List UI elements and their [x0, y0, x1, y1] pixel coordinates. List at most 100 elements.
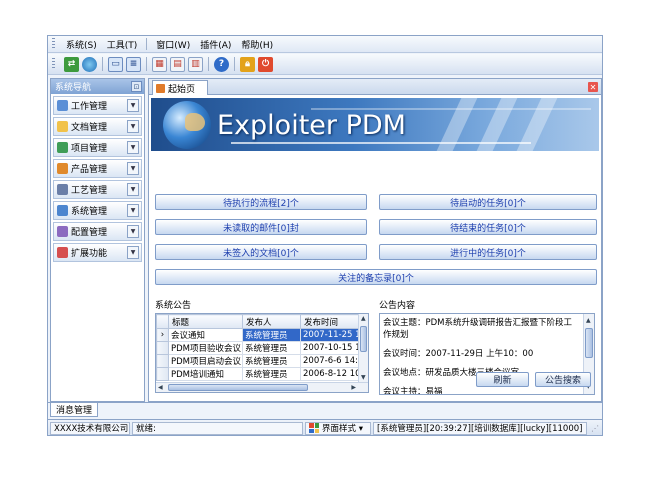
toolbar-grip[interactable]: [52, 58, 55, 70]
nav-item-label: 扩展功能: [71, 249, 108, 259]
ending-task-button[interactable]: 待结束的任务[0]个: [379, 219, 597, 235]
memo-button[interactable]: 关注的备忘录[0]个: [155, 269, 597, 285]
column-header-author[interactable]: 发布人: [242, 314, 301, 329]
chevron-down-icon[interactable]: ▼: [127, 99, 139, 112]
palette-icon: [309, 423, 319, 433]
globe-icon[interactable]: [82, 56, 97, 72]
column-header-title[interactable]: 标题: [168, 314, 243, 329]
nav-item-process[interactable]: 工艺管理 ▼: [53, 180, 142, 199]
row-header: [156, 354, 169, 368]
project-icon: [57, 142, 68, 153]
grid-horizontal-scrollbar[interactable]: ◀ ▶: [156, 382, 368, 392]
menu-help[interactable]: 帮助(H): [236, 38, 278, 51]
nav-item-extension[interactable]: 扩展功能 ▼: [53, 243, 142, 262]
cell-author[interactable]: 系统管理员: [242, 367, 301, 381]
arrange-icon[interactable]: ▥: [188, 56, 203, 72]
tile-icon[interactable]: ▦: [152, 56, 167, 72]
row-header-corner: [156, 314, 169, 329]
chevron-down-icon[interactable]: ▼: [127, 204, 139, 217]
chevron-down-icon[interactable]: ▼: [127, 246, 139, 259]
menu-separator: [146, 38, 148, 50]
menu-system[interactable]: 系统(S): [61, 38, 102, 51]
scroll-left-icon[interactable]: ◀: [158, 384, 163, 391]
chevron-down-icon[interactable]: ▼: [127, 225, 139, 238]
chevron-down-icon[interactable]: ▼: [127, 141, 139, 154]
scroll-up-icon[interactable]: ▲: [586, 315, 591, 327]
chevron-down-icon[interactable]: ▼: [127, 162, 139, 175]
cell-author[interactable]: 系统管理员: [242, 341, 301, 355]
scroll-thumb[interactable]: [360, 326, 367, 352]
table-row[interactable]: PDM项目验收会议 系统管理员 2007-10-15 11: [156, 341, 367, 355]
nav-item-product[interactable]: 产品管理 ▼: [53, 159, 142, 178]
close-icon[interactable]: ✕: [588, 82, 598, 92]
menu-tools[interactable]: 工具(T): [102, 38, 143, 51]
menubar-grip[interactable]: [52, 38, 55, 50]
exit-icon[interactable]: ⏻: [258, 56, 273, 72]
scroll-down-icon[interactable]: ▼: [361, 374, 366, 381]
nav-item-system[interactable]: 系统管理 ▼: [53, 201, 142, 220]
pending-flow-button[interactable]: 待执行的流程[2]个: [155, 194, 367, 210]
extension-icon: [57, 247, 68, 258]
chevron-down-icon[interactable]: ▼: [127, 120, 139, 133]
menu-plugin[interactable]: 插件(A): [195, 38, 236, 51]
cell-author[interactable]: 系统管理员: [242, 328, 301, 342]
running-task-button[interactable]: 进行中的任务[0]个: [379, 244, 597, 260]
cell-date[interactable]: 2007-11-25 16: [300, 328, 367, 342]
tab-home[interactable]: 起始页: [152, 80, 208, 95]
nav-item-document[interactable]: 文档管理 ▼: [53, 117, 142, 136]
work-icon: [57, 100, 68, 111]
window-icon[interactable]: ▭: [108, 56, 123, 72]
screen-background: 系统(S) 工具(T) 窗口(W) 插件(A) 帮助(H) ⇄ ▭ ≡ ▦ ▤ …: [0, 0, 660, 477]
cell-date[interactable]: 2007-10-15 11: [300, 341, 367, 355]
scroll-up-icon[interactable]: ▲: [361, 315, 366, 322]
table-row[interactable]: › 会议通知 系统管理员 2007-11-25 16: [156, 328, 367, 342]
scroll-thumb[interactable]: [168, 384, 308, 391]
grid-vertical-scrollbar[interactable]: ▲ ▼: [358, 314, 368, 382]
announcement-search-button[interactable]: 公告搜索: [535, 372, 591, 387]
announcement-topic: 会议主题：PDM系统升级调研报告汇报暨下阶段工作规划: [383, 318, 573, 340]
nav-item-config[interactable]: 配置管理 ▼: [53, 222, 142, 241]
pin-icon[interactable]: ⊡: [131, 81, 142, 92]
lock-icon[interactable]: 🔒︎: [240, 56, 255, 72]
resize-grip-icon[interactable]: ⋰: [591, 424, 599, 433]
nav-item-label: 工艺管理: [71, 186, 108, 196]
unsigned-doc-button[interactable]: 未签入的文档[0]个: [155, 244, 367, 260]
tab-message-management[interactable]: 消息管理: [50, 403, 98, 417]
config-icon: [57, 226, 68, 237]
nav-header: 系统导航 ⊡: [51, 79, 144, 94]
scroll-right-icon[interactable]: ▶: [351, 384, 356, 391]
nav-title: 系统导航: [55, 83, 92, 93]
tab-bar: 起始页 ✕: [149, 79, 601, 95]
refresh-button[interactable]: 刷新: [476, 372, 529, 387]
chevron-down-icon[interactable]: ▼: [127, 183, 139, 196]
cascade-icon[interactable]: ▤: [170, 56, 185, 72]
row-selected-indicator: ›: [156, 328, 169, 342]
cell-title[interactable]: PDM项目启动会议: [168, 354, 243, 368]
pending-task-button[interactable]: 待启动的任务[0]个: [379, 194, 597, 210]
list-icon[interactable]: ≡: [126, 56, 141, 72]
bulletin-area: 系统公告 标题 发布人 发布时间 › 会议通知 系统管理员 2007-11-25…: [151, 294, 599, 399]
cell-title[interactable]: 会议通知: [168, 328, 243, 342]
cell-date[interactable]: 2007-6-6 14:5: [300, 354, 367, 368]
cell-date[interactable]: 2006-8-12 10: [300, 367, 367, 381]
nav-item-work[interactable]: 工作管理 ▼: [53, 96, 142, 115]
column-header-date[interactable]: 发布时间: [300, 314, 367, 329]
theme-selector[interactable]: 界面样式 ▾: [305, 421, 371, 435]
theme-label: 界面样式 ▾: [322, 424, 363, 434]
banner: Exploiter PDM: [151, 98, 599, 151]
table-row[interactable]: PDM项目启动会议 系统管理员 2007-6-6 14:5: [156, 354, 367, 368]
row-header: [156, 367, 169, 381]
scroll-thumb[interactable]: [585, 328, 593, 358]
cell-title[interactable]: PDM项目验收会议: [168, 341, 243, 355]
menu-window[interactable]: 窗口(W): [151, 38, 195, 51]
unread-mail-button[interactable]: 未读取的邮件[0]封: [155, 219, 367, 235]
connect-icon[interactable]: ⇄: [64, 56, 79, 72]
cell-author[interactable]: 系统管理员: [242, 354, 301, 368]
grid-header-row: 标题 发布人 发布时间: [156, 314, 367, 329]
help-icon[interactable]: ?: [214, 56, 229, 72]
system-navigation: 系统导航 ⊡ 工作管理 ▼ 文档管理 ▼ 项目管理 ▼ 产品管理 ▼ 工艺管理 ▼ 系统管…: [50, 78, 145, 402]
announcement-time: 会议时间：2007-11-29日 上午10：00: [383, 349, 534, 359]
table-row[interactable]: PDM培训通知 系统管理员 2006-8-12 10: [156, 367, 367, 381]
nav-item-project[interactable]: 项目管理 ▼: [53, 138, 142, 157]
cell-title[interactable]: PDM培训通知: [168, 367, 243, 381]
